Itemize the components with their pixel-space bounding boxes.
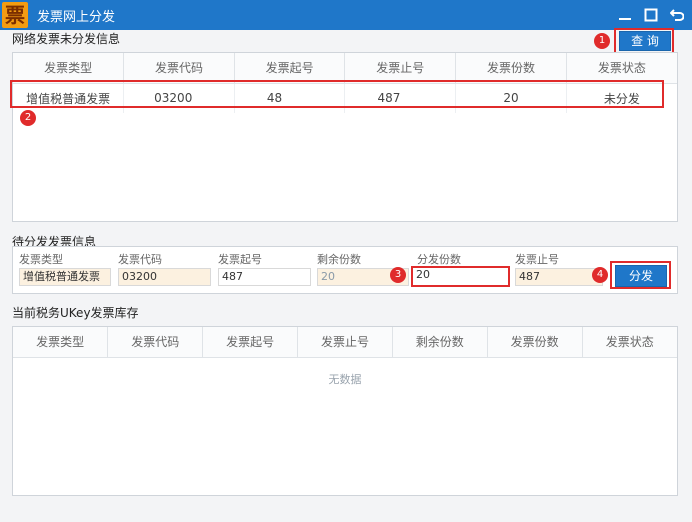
query-button[interactable]: 查 询 — [619, 31, 671, 51]
col-header: 发票止号 — [297, 327, 393, 358]
col-header: 剩余份数 — [392, 327, 488, 358]
maximize-icon[interactable] — [642, 6, 660, 24]
col-header: 发票状态 — [582, 327, 677, 358]
badge-2: 2 — [20, 110, 36, 126]
col-header: 发票状态 — [566, 53, 677, 84]
table-header-row: 发票类型 发票代码 发票起号 发票止号 发票份数 发票状态 — [13, 53, 677, 84]
table-header-row: 发票类型 发票代码 发票起号 发票止号 剩余份数 发票份数 发票状态 — [13, 327, 677, 358]
col-header: 发票类型 — [13, 327, 109, 358]
app-logo-icon: 票 — [2, 2, 28, 28]
window-controls — [616, 0, 686, 30]
cell-type: 增值税普通发票 — [13, 83, 125, 113]
cell-code: 03200 — [123, 83, 235, 113]
cell-start: 48 — [234, 83, 346, 113]
label-type: 发票类型 — [19, 253, 63, 266]
label-code: 发票代码 — [118, 253, 162, 266]
col-header: 发票份数 — [487, 327, 583, 358]
cell-status: 未分发 — [603, 91, 640, 106]
col-header: 发票类型 — [13, 53, 125, 84]
undistributed-table: 发票类型 发票代码 发票起号 发票止号 发票份数 发票状态 增值税普通发票 03… — [13, 53, 677, 113]
col-header: 发票起号 — [202, 327, 299, 358]
col-header: 发票份数 — [455, 53, 567, 84]
ukey-table-panel: 发票类型 发票代码 发票起号 发票止号 剩余份数 发票份数 发票状态 无数据 — [12, 326, 678, 496]
pending-form-panel: 发票类型 增值税普通发票 发票代码 03200 发票起号 487 剩余份数 20… — [12, 246, 678, 294]
badge-4: 4 — [592, 267, 608, 283]
field-code: 03200 — [118, 268, 211, 286]
undistributed-section-title: 网络发票未分发信息 — [12, 32, 121, 46]
undistributed-table-panel: 发票类型 发票代码 发票起号 发票止号 发票份数 发票状态 增值税普通发票 03… — [12, 52, 678, 222]
label-start: 发票起号 — [218, 253, 262, 266]
title-bar: 票 发票网上分发 — [0, 0, 692, 30]
field-end: 487 — [515, 268, 603, 286]
ukey-table: 发票类型 发票代码 发票起号 发票止号 剩余份数 发票份数 发票状态 — [13, 327, 677, 358]
cell-end: 487 — [344, 83, 457, 113]
cell-count: 20 — [455, 83, 567, 113]
col-header: 发票代码 — [123, 53, 235, 84]
empty-state: 无数据 — [328, 373, 362, 386]
restore-icon[interactable] — [668, 6, 686, 24]
field-start: 487 — [218, 268, 311, 286]
window-title: 发票网上分发 — [37, 9, 116, 25]
col-header: 发票止号 — [344, 53, 457, 84]
ukey-section-title: 当前税务UKey发票库存 — [12, 306, 139, 320]
col-header: 发票代码 — [107, 327, 204, 358]
distribute-button[interactable]: 分发 — [615, 265, 667, 287]
label-end: 发票止号 — [515, 253, 559, 266]
col-header: 发票起号 — [234, 53, 346, 84]
dist-count-input[interactable]: 20 — [411, 266, 510, 287]
table-row[interactable]: 增值税普通发票 03200 48 487 20 未分发 — [13, 83, 677, 113]
label-remaining: 剩余份数 — [317, 253, 361, 266]
badge-1: 1 — [594, 33, 610, 49]
label-dist-count: 分发份数 — [417, 253, 461, 266]
badge-3: 3 — [390, 267, 406, 283]
minimize-icon[interactable] — [616, 6, 634, 24]
field-type: 增值税普通发票 — [19, 268, 111, 286]
